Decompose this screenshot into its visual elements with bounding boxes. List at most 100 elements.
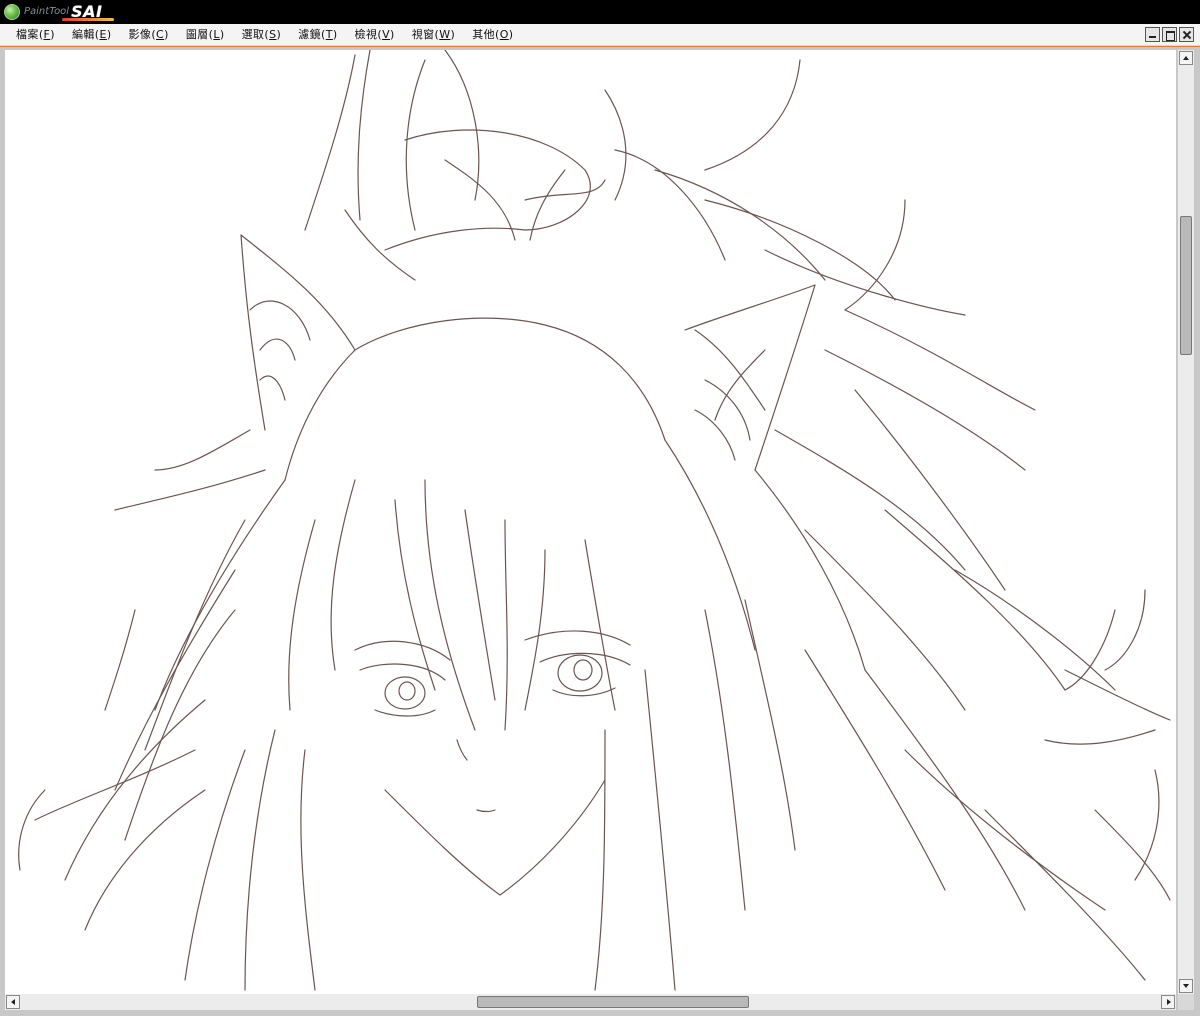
- hair-stroke: [34, 749, 196, 821]
- menu-view[interactable]: 檢視(V): [355, 27, 395, 43]
- hair-stroke: [154, 429, 251, 471]
- hair-stroke: [1094, 809, 1171, 901]
- right-ear-stroke: [754, 284, 816, 471]
- hair-stroke: [244, 729, 276, 991]
- scroll-left-button[interactable]: [6, 995, 20, 1009]
- logo-orb-icon: [4, 3, 20, 20]
- hair-stroke: [384, 227, 526, 251]
- right-ear-inner: [714, 349, 766, 421]
- menu-view-key: V: [382, 28, 390, 41]
- right-pupil: [573, 659, 593, 681]
- menu-layer[interactable]: 圖層(L): [186, 27, 225, 43]
- menu-layer-key: L: [213, 28, 220, 41]
- menu-edit-label: 編輯: [71, 28, 95, 41]
- menu-select[interactable]: 選取(S): [242, 27, 282, 43]
- hair-stroke: [804, 529, 966, 711]
- horizontal-scrollbar[interactable]: [5, 994, 1176, 1010]
- hair-stroke: [344, 209, 416, 281]
- menu-window-key: W: [439, 28, 451, 41]
- mouth: [476, 809, 496, 813]
- hair-stroke: [604, 89, 627, 201]
- bang-stroke: [330, 479, 356, 671]
- menu-layer-label: 圖層: [185, 28, 209, 41]
- menu-edit[interactable]: 編輯(E): [72, 27, 112, 43]
- hair-stroke: [774, 429, 966, 571]
- menu-other-label: 其他: [472, 28, 496, 41]
- hair-stroke: [804, 649, 946, 891]
- drawing-canvas[interactable]: [5, 50, 1176, 994]
- nose: [456, 739, 468, 761]
- hair-stroke: [954, 569, 1116, 691]
- hair-stroke: [764, 249, 966, 316]
- hair-stroke: [1064, 609, 1116, 691]
- scroll-down-button[interactable]: [1179, 979, 1193, 993]
- minimize-icon[interactable]: [1145, 27, 1160, 42]
- menu-bar: 檔案(F) 編輯(E) 影像(C) 圖層(L) 選取(S) 濾鏡(T) 檢視(V…: [0, 24, 1200, 46]
- window-controls: [1145, 27, 1194, 42]
- hair-stroke: [184, 749, 246, 981]
- scroll-right-button[interactable]: [1161, 995, 1175, 1009]
- hair-stroke: [654, 169, 826, 281]
- bun-stroke: [524, 179, 606, 201]
- menu-window-label: 視窗: [411, 28, 435, 41]
- hair-stroke: [357, 50, 371, 221]
- bang-stroke: [424, 479, 476, 731]
- menu-view-label: 檢視: [354, 28, 378, 41]
- lineart-strokes: [18, 50, 1171, 991]
- hair-stroke: [864, 669, 1026, 911]
- left-ear-stroke: [240, 234, 356, 351]
- scrollbar-corner: [1178, 994, 1194, 1010]
- hair-stroke: [984, 809, 1146, 981]
- hair-stroke: [300, 749, 316, 991]
- right-brow: [524, 630, 631, 646]
- left-ear-inner: [249, 300, 311, 341]
- scroll-up-button[interactable]: [1179, 51, 1193, 65]
- menu-image[interactable]: 影像(C): [129, 27, 169, 43]
- horizontal-scroll-thumb[interactable]: [477, 996, 749, 1008]
- bang-stroke: [464, 509, 496, 701]
- hair-stroke: [444, 50, 480, 201]
- hair-stroke: [704, 609, 746, 911]
- hair-stroke: [114, 569, 236, 791]
- head-outline: [354, 317, 666, 441]
- left-brow: [354, 640, 451, 661]
- menu-file-key: F: [43, 28, 51, 41]
- menu-file[interactable]: 檔案(F): [16, 27, 55, 43]
- right-ear-inner: [704, 379, 751, 441]
- close-icon[interactable]: [1179, 27, 1194, 42]
- left-eye-bottom: [374, 709, 436, 717]
- arrow-up-icon: [1183, 56, 1189, 60]
- bang-stroke: [288, 519, 316, 711]
- menu-select-key: S: [269, 28, 277, 41]
- maximize-icon[interactable]: [1162, 27, 1177, 42]
- hair-stroke: [1104, 589, 1146, 671]
- right-ear-inner: [694, 409, 736, 461]
- menu-window[interactable]: 視窗(W): [412, 27, 456, 43]
- hair-stroke: [104, 609, 136, 711]
- menu-other[interactable]: 其他(O): [472, 27, 513, 43]
- hair-stroke: [594, 729, 606, 991]
- menu-filter-label: 濾鏡: [298, 28, 322, 41]
- canvas-frame: [0, 46, 1200, 1016]
- hair-stroke: [124, 609, 236, 841]
- right-eye-bottom: [552, 687, 616, 697]
- hair-stroke: [884, 509, 1066, 691]
- left-ear-stroke: [240, 234, 266, 431]
- hair-stroke: [18, 789, 46, 871]
- arrow-right-icon: [1167, 999, 1171, 1005]
- hair-stroke: [405, 59, 426, 231]
- title-bar: PaintTool SAI: [0, 0, 1200, 24]
- hair-stroke: [1044, 729, 1156, 745]
- hair-stroke: [664, 439, 756, 651]
- logo-text: PaintTool: [24, 6, 70, 17]
- vertical-scroll-thumb[interactable]: [1180, 216, 1192, 355]
- hair-stroke: [644, 669, 676, 991]
- hair-stroke: [844, 309, 1036, 411]
- left-ear-inner: [259, 338, 296, 361]
- left-pupil: [398, 681, 416, 701]
- bang-stroke: [524, 549, 546, 711]
- hair-stroke: [114, 469, 266, 511]
- menu-items: 檔案(F) 編輯(E) 影像(C) 圖層(L) 選取(S) 濾鏡(T) 檢視(V…: [16, 27, 530, 43]
- vertical-scrollbar[interactable]: [1178, 50, 1194, 994]
- menu-filter[interactable]: 濾鏡(T): [298, 27, 337, 43]
